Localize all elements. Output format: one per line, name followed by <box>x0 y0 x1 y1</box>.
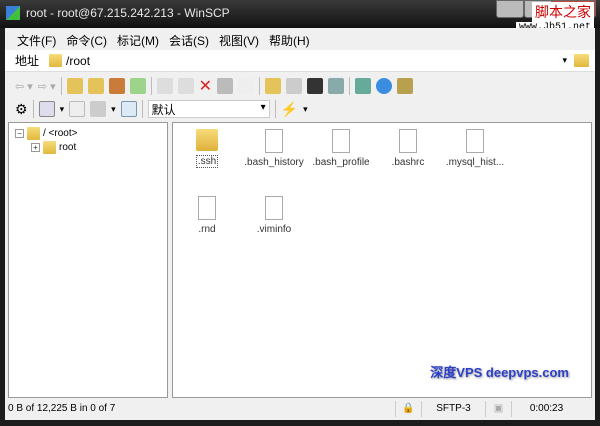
title-bar: root - root@67.215.242.213 - WinSCP 脚本之家 <box>0 0 600 28</box>
tree-item-root-home[interactable]: + root <box>31 141 76 154</box>
columns-icon[interactable] <box>69 101 86 117</box>
file-item[interactable]: .rnd <box>173 196 241 235</box>
lock-icon: 🔒 <box>395 401 421 417</box>
protocol-status: SFTP-3 <box>421 401 485 417</box>
minimize-button[interactable] <box>496 0 524 18</box>
menu-bar: 文件(F) 命令(C) 标记(M) 会话(S) 视图(V) 帮助(H) <box>5 30 310 50</box>
file-item[interactable]: .bashrc <box>374 129 442 168</box>
file-icon <box>399 129 417 153</box>
directory-tree[interactable]: − / <root> + root <box>8 122 168 398</box>
selection-status: 0 B of 12,225 B in 0 of 7 <box>8 403 116 414</box>
folder-icon <box>196 129 218 151</box>
main-window: 文件(F) 命令(C) 标记(M) 会话(S) 视图(V) 帮助(H) 地址 /… <box>5 28 595 420</box>
transfer-settings-select[interactable]: 默认 <box>147 100 270 118</box>
home-icon[interactable] <box>108 78 125 94</box>
tree-item-root[interactable]: − / <root> <box>15 127 77 140</box>
file-icon <box>265 129 283 153</box>
session-time: 0:00:23 <box>511 401 581 417</box>
address-bar[interactable]: 地址 /root ▾ <box>5 50 595 72</box>
delete-icon[interactable]: ✕ <box>199 76 212 96</box>
file-icon <box>198 196 216 220</box>
menu-help[interactable]: 帮助(H) <box>269 32 310 49</box>
address-dropdown-icon[interactable]: ▾ <box>562 55 567 66</box>
filter-icon[interactable] <box>90 101 107 117</box>
overlay-watermark: 深度VPS deepvps.com <box>430 365 569 380</box>
find-icon[interactable] <box>397 78 413 94</box>
open-folder-icon[interactable] <box>574 54 589 67</box>
transfer-icon[interactable] <box>355 78 371 94</box>
root-dir-icon[interactable] <box>87 78 104 94</box>
rename-icon[interactable] <box>238 78 254 94</box>
folder-icon <box>49 54 63 67</box>
properties-icon[interactable] <box>217 78 233 94</box>
file-icon <box>466 129 484 153</box>
copy-icon[interactable] <box>177 78 194 94</box>
sessions-icon[interactable] <box>328 78 344 94</box>
watermark-text: 脚本之家 <box>532 2 594 22</box>
menu-file[interactable]: 文件(F) <box>17 32 56 49</box>
edit-icon[interactable] <box>156 78 173 94</box>
file-icon <box>332 129 350 153</box>
address-label: 地址 <box>15 54 40 68</box>
tree-toggle-icon[interactable] <box>120 101 137 117</box>
window-title: root - root@67.215.242.213 - WinSCP <box>26 6 230 20</box>
file-item[interactable]: .bash_profile <box>307 129 375 168</box>
toolbar-navigation: ⇦ ▾ ⇨ ▾ ✕ <box>5 74 595 98</box>
refresh-icon[interactable] <box>129 78 146 94</box>
back-icon[interactable]: ⇦ ▾ <box>15 80 33 93</box>
synchronize-icon[interactable] <box>376 78 392 94</box>
status-bar: 0 B of 12,225 B in 0 of 7 🔒 SFTP-3 ▣ 0:0… <box>5 400 595 418</box>
winscp-app-icon <box>6 6 20 20</box>
menu-session[interactable]: 会话(S) <box>169 32 209 49</box>
file-item[interactable]: .mysql_hist... <box>441 129 509 168</box>
terminal-icon[interactable] <box>307 78 323 94</box>
view-style-icon[interactable] <box>38 101 55 117</box>
parent-dir-icon[interactable] <box>66 78 83 94</box>
tree-label: / <root> <box>43 128 78 139</box>
new-folder-icon[interactable] <box>265 78 281 94</box>
address-path[interactable]: /root <box>66 54 90 68</box>
menu-commands[interactable]: 命令(C) <box>66 32 107 49</box>
menu-view[interactable]: 视图(V) <box>219 32 259 49</box>
lightning-icon[interactable]: ⚡ <box>281 101 298 118</box>
tree-label: root <box>59 142 77 153</box>
menu-mark[interactable]: 标记(M) <box>117 32 159 49</box>
forward-icon[interactable]: ⇨ ▾ <box>38 80 56 93</box>
gear-icon[interactable]: ⚙ <box>15 101 28 118</box>
file-icon <box>265 196 283 220</box>
connection-icon: ▣ <box>485 401 511 417</box>
file-item[interactable]: .bash_history <box>240 129 308 168</box>
toolbar-view: ⚙ ▾ ▾ 默认 ⚡▾ <box>5 97 595 121</box>
file-item[interactable]: .ssh <box>173 129 241 168</box>
file-item[interactable]: .viminfo <box>240 196 308 235</box>
compare-icon[interactable] <box>286 78 302 94</box>
file-list[interactable]: .ssh .bash_history .bash_profile .bashrc… <box>172 122 592 398</box>
